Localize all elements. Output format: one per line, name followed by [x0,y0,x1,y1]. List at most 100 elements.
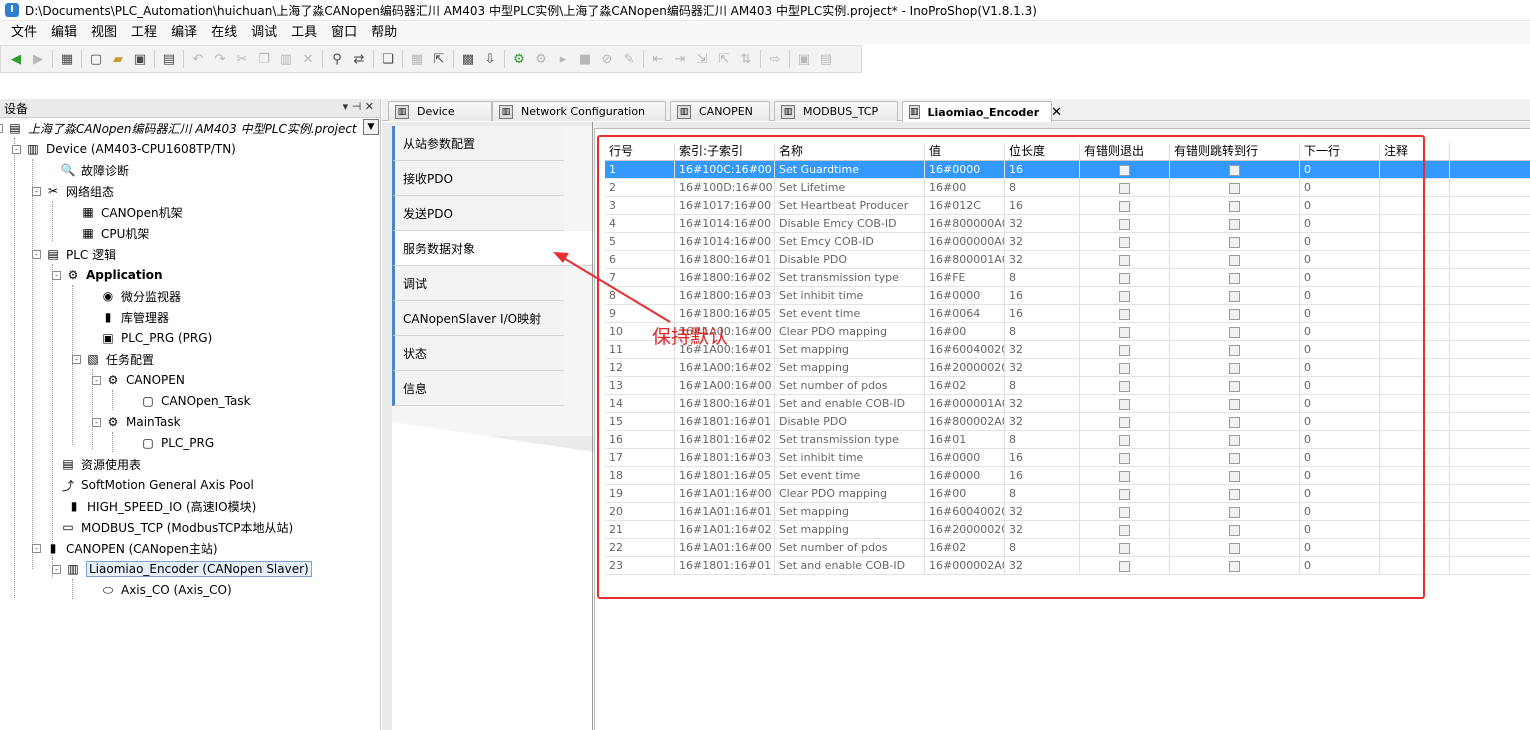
checkbox[interactable] [1119,416,1130,428]
checkbox-cell[interactable] [1080,431,1170,449]
replace-icon[interactable]: ⇄ [349,49,369,69]
grid-icon[interactable]: ▦ [407,49,427,69]
checkbox-cell[interactable] [1170,251,1300,269]
checkbox[interactable] [1229,236,1240,248]
checkbox[interactable] [1229,416,1240,428]
table-row[interactable]: 12 16#1A00:16#02 Set mapping 16#20000020 32 0 [605,359,1530,377]
checkbox-cell[interactable] [1170,431,1300,449]
paste-icon[interactable]: ▥ [276,49,296,69]
save-icon[interactable]: ▣ [130,49,150,69]
checkbox-cell[interactable] [1080,413,1170,431]
checkbox-cell[interactable] [1170,503,1300,521]
checkbox[interactable] [1119,506,1130,518]
checkbox-cell[interactable] [1080,557,1170,575]
logout-icon[interactable]: ⚙ [531,49,551,69]
checkbox-cell[interactable] [1080,269,1170,287]
checkbox[interactable] [1229,182,1240,194]
tree-item[interactable]: ◉ 微分监视器 [100,286,181,306]
login-icon[interactable]: ⚙ [509,49,529,69]
table-row[interactable]: 19 16#1A01:16#00 Clear PDO mapping 16#00 8 0 [605,485,1530,503]
checkbox-cell[interactable] [1170,521,1300,539]
checkbox[interactable] [1119,398,1130,410]
expander-icon[interactable]: - [32,186,41,196]
table-row[interactable]: 4 16#1014:16#00 Disable Emcy COB-ID 16#8000… [605,215,1530,233]
expander-icon[interactable]: - [32,249,41,259]
tree-item[interactable]: ▮ 库管理器 [100,307,169,327]
step-into-icon[interactable]: ⇲ [692,49,712,69]
checkbox-cell[interactable] [1170,467,1300,485]
tree-item[interactable]: - ⚙ Application [52,265,163,285]
checkbox[interactable] [1229,524,1240,536]
menu-item[interactable]: 视图 [84,22,124,44]
side-tab[interactable]: 信息 [392,371,564,406]
tree-item[interactable]: ▤ 资源使用表 [60,454,141,474]
checkbox-cell[interactable] [1170,359,1300,377]
checkbox[interactable] [1119,452,1130,464]
checkbox-cell[interactable] [1170,161,1300,179]
build-icon[interactable]: ▩ [458,49,478,69]
checkbox-cell[interactable] [1080,323,1170,341]
checkbox[interactable] [1119,362,1130,374]
expander-icon[interactable]: - [0,123,3,133]
checkbox-cell[interactable] [1170,341,1300,359]
checkbox-cell[interactable] [1170,179,1300,197]
checkbox[interactable] [1229,560,1240,572]
checkbox[interactable] [1119,200,1130,212]
checkbox-cell[interactable] [1170,287,1300,305]
new-file-icon[interactable]: ▢ [86,49,106,69]
menu-item[interactable]: 工具 [284,22,324,44]
table-row[interactable]: 14 16#1800:16#01 Set and enable COB-ID 16#0… [605,395,1530,413]
table-row[interactable]: 13 16#1A00:16#00 Set number of pdos 16#02 8 0 [605,377,1530,395]
checkbox-cell[interactable] [1080,197,1170,215]
checkbox[interactable] [1119,272,1130,284]
checkbox[interactable] [1119,344,1130,356]
checkbox[interactable] [1119,542,1130,554]
table-row[interactable]: 2 16#100D:16#00 Set Lifetime 16#00 8 0 [605,179,1530,197]
checkbox-cell[interactable] [1080,251,1170,269]
tree-item[interactable]: ▭ MODBUS_TCP (ModbusTCP本地从站) [60,517,293,537]
menu-item[interactable]: 编辑 [44,22,84,44]
step-over-icon[interactable]: ⇥ [670,49,690,69]
column-header[interactable]: 索引:子索引 [675,143,775,161]
menu-item[interactable]: 帮助 [364,22,404,44]
checkbox[interactable] [1119,236,1130,248]
find-icon[interactable]: ⚲ [327,49,347,69]
checkbox[interactable] [1119,524,1130,536]
next-statement-icon[interactable]: ⇨ [765,49,785,69]
table-row[interactable]: 18 16#1801:16#05 Set event time 16#0000 16 0 [605,467,1530,485]
checkbox[interactable] [1119,560,1130,572]
column-header[interactable]: 行号 [605,143,675,161]
tree-item[interactable]: - ▥ Device (AM403-CPU1608TP/TN) [12,139,236,159]
checkbox[interactable] [1229,272,1240,284]
column-header[interactable]: 注释 [1380,143,1450,161]
checkbox[interactable] [1119,254,1130,266]
column-header[interactable]: 值 [925,143,1005,161]
checkbox-cell[interactable] [1080,377,1170,395]
column-header[interactable]: 有错则跳转到行 [1170,143,1300,161]
breakpoint-icon[interactable]: ⇤ [648,49,668,69]
print-icon[interactable]: ▤ [159,49,179,69]
checkbox[interactable] [1119,326,1130,338]
expander-icon[interactable]: - [12,144,21,154]
checkbox[interactable] [1229,200,1240,212]
stop-icon[interactable]: ■ [575,49,595,69]
checkbox[interactable] [1229,452,1240,464]
tree-item[interactable]: ⤴ SoftMotion General Axis Pool [60,475,254,495]
checkbox-cell[interactable] [1080,215,1170,233]
checkbox[interactable] [1229,470,1240,482]
checkbox-cell[interactable] [1170,539,1300,557]
checkbox[interactable] [1119,470,1130,482]
checkbox-cell[interactable] [1080,485,1170,503]
side-tab[interactable]: 接收PDO [392,161,564,196]
checkbox[interactable] [1119,380,1130,392]
expander-icon[interactable]: - [52,564,61,574]
checkbox[interactable] [1119,218,1130,230]
table-row[interactable]: 21 16#1A01:16#02 Set mapping 16#20000020 32 0 [605,521,1530,539]
checkbox-cell[interactable] [1080,161,1170,179]
close-icon[interactable]: ✕ [1051,105,1062,120]
table-row[interactable]: 6 16#1800:16#01 Disable PDO 16#800001A0 32 0 [605,251,1530,269]
checkbox-cell[interactable] [1170,323,1300,341]
checkbox-cell[interactable] [1080,503,1170,521]
checkbox[interactable] [1229,290,1240,302]
expander-icon[interactable]: - [32,543,41,553]
